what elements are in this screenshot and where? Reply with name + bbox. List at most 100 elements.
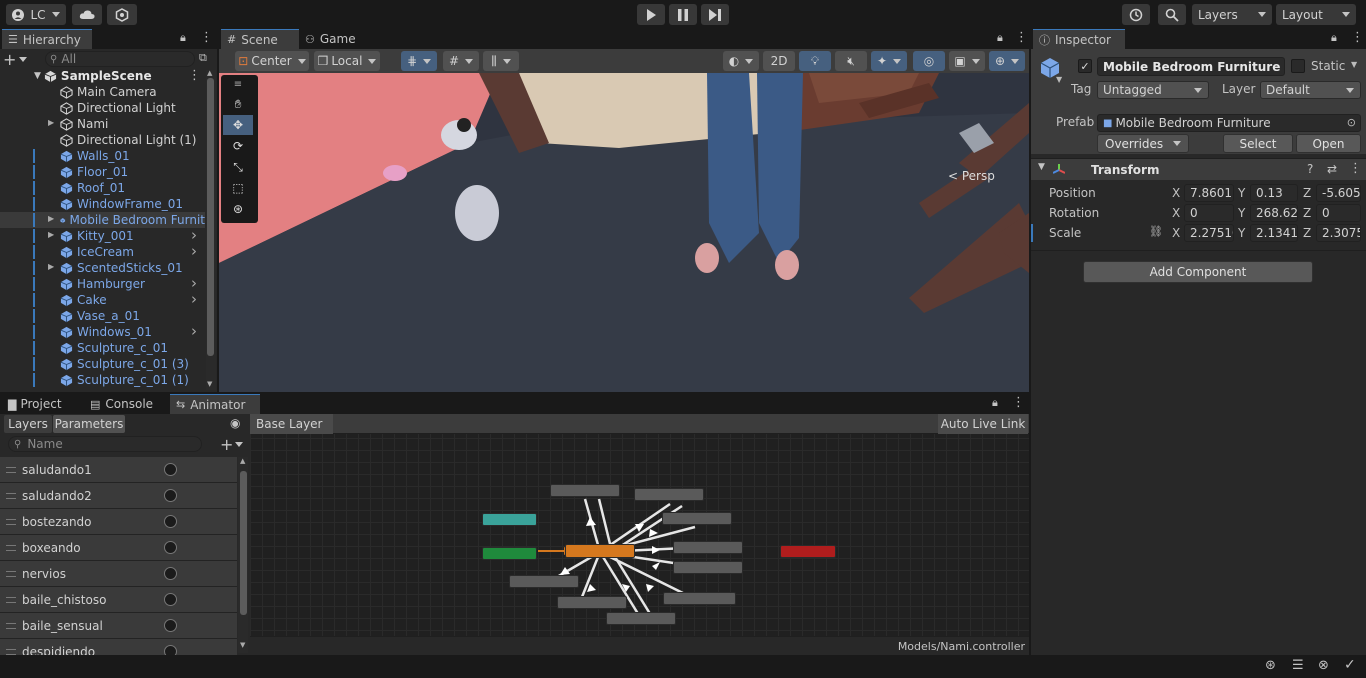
trigger-toggle[interactable] bbox=[164, 489, 177, 502]
drag-handle-icon[interactable] bbox=[6, 596, 16, 603]
scroll-down-icon[interactable]: ▼ bbox=[240, 641, 245, 649]
tab-project[interactable]: ▇ Project bbox=[2, 394, 84, 414]
breadcrumb-base-layer[interactable]: Base Layer bbox=[250, 414, 333, 434]
link-icon[interactable]: ⛓︎ bbox=[1149, 225, 1163, 238]
hierarchy-item[interactable]: Windows_01 › bbox=[0, 322, 205, 340]
lighting-icon[interactable]: ⊗ bbox=[1318, 658, 1329, 673]
prefab-open-button[interactable]: Open bbox=[1296, 134, 1361, 153]
hierarchy-item[interactable]: WindowFrame_01 bbox=[0, 196, 205, 212]
layers-dropdown[interactable]: Layers bbox=[1192, 4, 1272, 25]
hierarchy-item[interactable]: Cake › bbox=[0, 290, 205, 308]
drag-handle-icon[interactable] bbox=[6, 622, 16, 629]
kebab-menu-icon[interactable]: ⋮ bbox=[1351, 30, 1364, 45]
chevron-right-icon[interactable]: › bbox=[191, 290, 197, 308]
kebab-menu-icon[interactable]: ⋮ bbox=[1015, 30, 1028, 45]
animator-graph[interactable]: Base Layer Auto Live Link Models/Nami.co… bbox=[250, 414, 1029, 655]
chevron-right-icon[interactable]: › bbox=[191, 242, 197, 260]
play-button[interactable] bbox=[637, 4, 665, 25]
parameter-name[interactable]: saludando2 bbox=[22, 489, 92, 503]
chevron-right-icon[interactable]: › bbox=[191, 322, 197, 340]
trigger-toggle[interactable] bbox=[164, 463, 177, 476]
hierarchy-item[interactable]: Walls_01 bbox=[0, 148, 205, 164]
hierarchy-item[interactable]: Roof_01 bbox=[0, 180, 205, 196]
axis-y-label[interactable]: Y bbox=[1238, 206, 1245, 220]
parameter-row[interactable]: boxeando bbox=[0, 535, 237, 561]
parameter-row[interactable]: despidiendo bbox=[0, 639, 237, 655]
scrollbar-thumb[interactable] bbox=[207, 78, 214, 356]
audio-toggle[interactable]: 🔇︎ bbox=[835, 51, 867, 71]
bug-icon[interactable]: ⊛ bbox=[1265, 658, 1276, 673]
drag-handle-icon[interactable] bbox=[6, 570, 16, 577]
parameter-name[interactable]: boxeando bbox=[22, 541, 81, 555]
axis-y-label[interactable]: Y bbox=[1238, 186, 1245, 200]
axis-y-label[interactable]: Y bbox=[1238, 226, 1245, 240]
prefab-asset-field[interactable]: ■ Mobile Bedroom Furniture ⊙ bbox=[1097, 114, 1361, 132]
hierarchy-item[interactable]: Floor_01 bbox=[0, 164, 205, 180]
transform-header[interactable]: ▼ Transform ? ⇄ ⋮ bbox=[1031, 158, 1366, 180]
scale-tool[interactable]: ⤡ bbox=[223, 157, 253, 177]
hierarchy-search-input[interactable]: ⚲ All bbox=[45, 51, 195, 67]
scale-y-field[interactable]: 2.13417 bbox=[1250, 224, 1298, 242]
collab-button[interactable] bbox=[107, 4, 137, 25]
tab-scene[interactable]: # Scene bbox=[221, 29, 299, 49]
trigger-toggle[interactable] bbox=[164, 619, 177, 632]
state-node-nervios[interactable] bbox=[606, 612, 676, 625]
grid-visibility-button[interactable]: # bbox=[443, 51, 479, 71]
hierarchy-item[interactable]: ▶ ScentedSticks_01 bbox=[0, 260, 205, 276]
parameter-name[interactable]: saludando1 bbox=[22, 463, 92, 477]
pause-button[interactable] bbox=[669, 4, 697, 25]
lock-icon[interactable]: 🔒︎ bbox=[180, 31, 186, 45]
expand-arrow-icon[interactable]: ▶ bbox=[48, 214, 54, 223]
parameter-name[interactable]: despidiendo bbox=[22, 645, 95, 656]
gizmos-button[interactable]: ⊕ bbox=[989, 51, 1025, 71]
help-icon[interactable]: ? bbox=[1307, 162, 1313, 176]
rotation-z-field[interactable]: 0 bbox=[1316, 204, 1361, 222]
parameter-row[interactable]: baile_chistoso bbox=[0, 587, 237, 613]
database-icon[interactable]: ☰ bbox=[1292, 658, 1304, 673]
eye-icon[interactable]: ◉ bbox=[230, 416, 240, 430]
axis-z-label[interactable]: Z bbox=[1303, 226, 1311, 240]
trigger-toggle[interactable] bbox=[164, 515, 177, 528]
parameter-name[interactable]: nervios bbox=[22, 567, 66, 581]
grid-snap-button[interactable]: ⋕ bbox=[401, 51, 437, 71]
scale-x-field[interactable]: 2.27510 bbox=[1184, 224, 1234, 242]
drag-handle-icon[interactable] bbox=[6, 518, 16, 525]
drag-handle-icon[interactable] bbox=[6, 492, 16, 499]
tab-animator[interactable]: ⇆ Animator bbox=[170, 394, 260, 414]
chevron-down-icon[interactable]: ▼ bbox=[1056, 75, 1062, 84]
hierarchy-item[interactable]: Directional Light (1) bbox=[0, 132, 205, 148]
default-state-node[interactable] bbox=[565, 544, 635, 558]
parameter-row[interactable]: saludando2 bbox=[0, 483, 237, 509]
rect-tool[interactable]: ⬚ bbox=[223, 178, 253, 198]
draw-mode-button[interactable]: ◐ bbox=[723, 51, 759, 71]
trigger-toggle[interactable] bbox=[164, 541, 177, 554]
layout-dropdown[interactable]: Layout bbox=[1276, 4, 1356, 25]
hierarchy-item[interactable]: Directional Light bbox=[0, 100, 205, 116]
increment-snap-button[interactable]: ⫼ bbox=[483, 51, 519, 71]
parameter-row[interactable]: nervios bbox=[0, 561, 237, 587]
tab-hierarchy[interactable]: ☰ Hierarchy bbox=[2, 29, 92, 49]
tab-console[interactable]: ▤ Console bbox=[84, 394, 168, 414]
tag-dropdown[interactable]: Untagged bbox=[1097, 81, 1209, 99]
persp-label[interactable]: < Persp bbox=[948, 169, 995, 183]
parameter-search-input[interactable]: ⚲ Name bbox=[8, 436, 202, 452]
cloud-button[interactable] bbox=[72, 4, 102, 25]
step-button[interactable] bbox=[701, 4, 729, 25]
parameter-row[interactable]: bostezando bbox=[0, 509, 237, 535]
parameter-name[interactable]: bostezando bbox=[22, 515, 92, 529]
lock-icon[interactable]: 🔒︎ bbox=[1331, 31, 1337, 45]
parameter-row[interactable]: saludando1 bbox=[0, 457, 237, 483]
hierarchy-item[interactable]: Main Camera bbox=[0, 84, 205, 100]
history-button[interactable] bbox=[1122, 4, 1150, 25]
parameter-scrollbar[interactable]: ▲ ▼ bbox=[238, 457, 248, 653]
add-parameter-dropdown[interactable]: + bbox=[220, 435, 244, 454]
state-node-bostezo[interactable] bbox=[634, 488, 704, 501]
scene-options-icon[interactable]: ⧉ bbox=[199, 51, 207, 65]
auto-live-link-toggle[interactable]: Auto Live Link bbox=[938, 414, 1028, 434]
parameter-name[interactable]: baile_chistoso bbox=[22, 593, 106, 607]
trigger-toggle[interactable] bbox=[164, 593, 177, 606]
prefab-select-button[interactable]: Select bbox=[1223, 134, 1293, 153]
hand-tool[interactable]: ✋︎ bbox=[223, 94, 253, 114]
move-tool[interactable]: ✥ bbox=[223, 115, 253, 135]
parameter-row[interactable]: baile_sensual bbox=[0, 613, 237, 639]
